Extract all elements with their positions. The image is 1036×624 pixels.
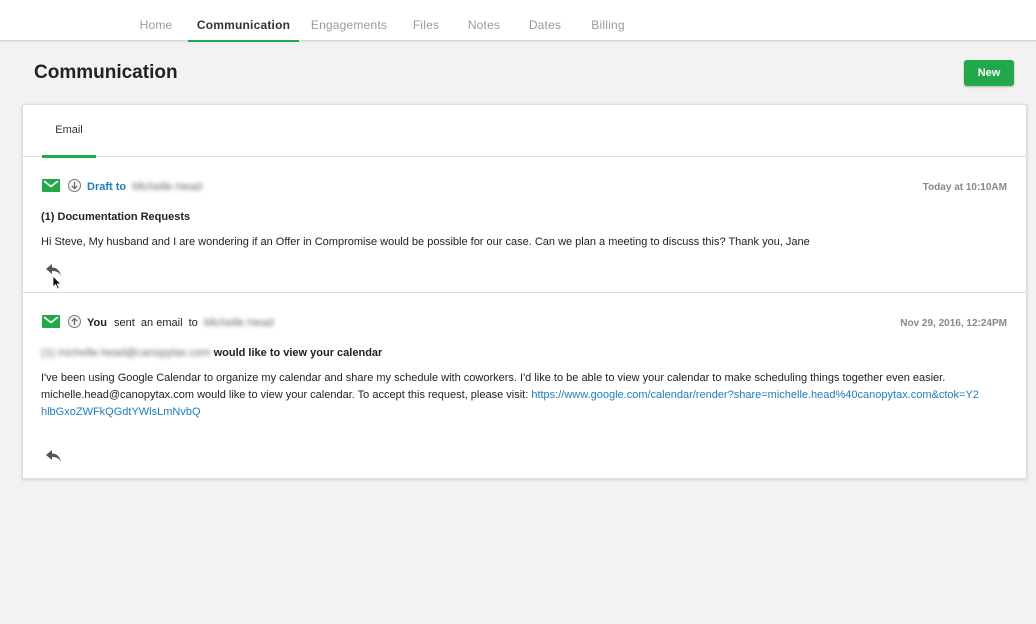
reply-icon[interactable] [45, 449, 63, 463]
tab-home[interactable]: Home [136, 0, 176, 41]
envelope-icon [42, 315, 60, 328]
page-title: Communication [34, 62, 178, 83]
email-timestamp: Nov 29, 2016, 12:24PM [900, 318, 1007, 329]
draft-link[interactable]: Draft to [87, 181, 126, 193]
email-meta: You sent an email to Michelle Head [87, 317, 274, 329]
card-tabs: Email [23, 105, 1026, 158]
tab-billing[interactable]: Billing [587, 0, 629, 41]
tab-dates[interactable]: Dates [526, 0, 564, 41]
email-body-line: michelle.head@canopytax.com would like t… [41, 387, 981, 421]
communication-card: Email Draft to Michelle Head Today at 10:… [22, 104, 1027, 479]
email-meta: Draft to Michelle Head [87, 181, 202, 193]
email-subject: (1) michelle.head@canopytax.com would li… [41, 347, 382, 359]
email-body: I've been using Google Calendar to organ… [41, 370, 981, 421]
email-body: Hi Steve, My husband and I are wondering… [41, 236, 810, 248]
tab-communication[interactable]: Communication [188, 0, 299, 42]
recipient-name: Michelle Head [203, 317, 274, 329]
top-nav: Home Communication Engagements Files Not… [0, 0, 1036, 42]
sender-name: You [87, 317, 107, 329]
new-button[interactable]: New [964, 60, 1014, 86]
email-body-line: I've been using Google Calendar to organ… [41, 372, 946, 384]
email-timestamp: Today at 10:10AM [922, 182, 1007, 193]
arrow-up-circle-icon [68, 315, 81, 328]
email-action: sent an email to [114, 317, 198, 329]
envelope-icon [42, 179, 60, 192]
email-body-text: michelle.head@canopytax.com would like t… [41, 389, 532, 401]
arrow-down-circle-icon [68, 179, 81, 192]
email-thread-item[interactable]: You sent an email to Michelle Head Nov 29… [23, 293, 1026, 479]
subject-text: would like to view your calendar [213, 347, 383, 359]
tab-notes[interactable]: Notes [464, 0, 504, 41]
email-subject: (1) Documentation Requests [41, 211, 191, 223]
recipient-name: Michelle Head [132, 181, 202, 193]
tab-files[interactable]: Files [410, 0, 442, 41]
tab-engagements[interactable]: Engagements [310, 0, 388, 41]
mouse-cursor-icon [52, 275, 62, 290]
tab-email[interactable]: Email [42, 105, 96, 158]
subject-blurred: (1) michelle.head@canopytax.com [41, 347, 211, 359]
email-thread-item[interactable]: Draft to Michelle Head Today at 10:10AM (… [23, 157, 1026, 293]
